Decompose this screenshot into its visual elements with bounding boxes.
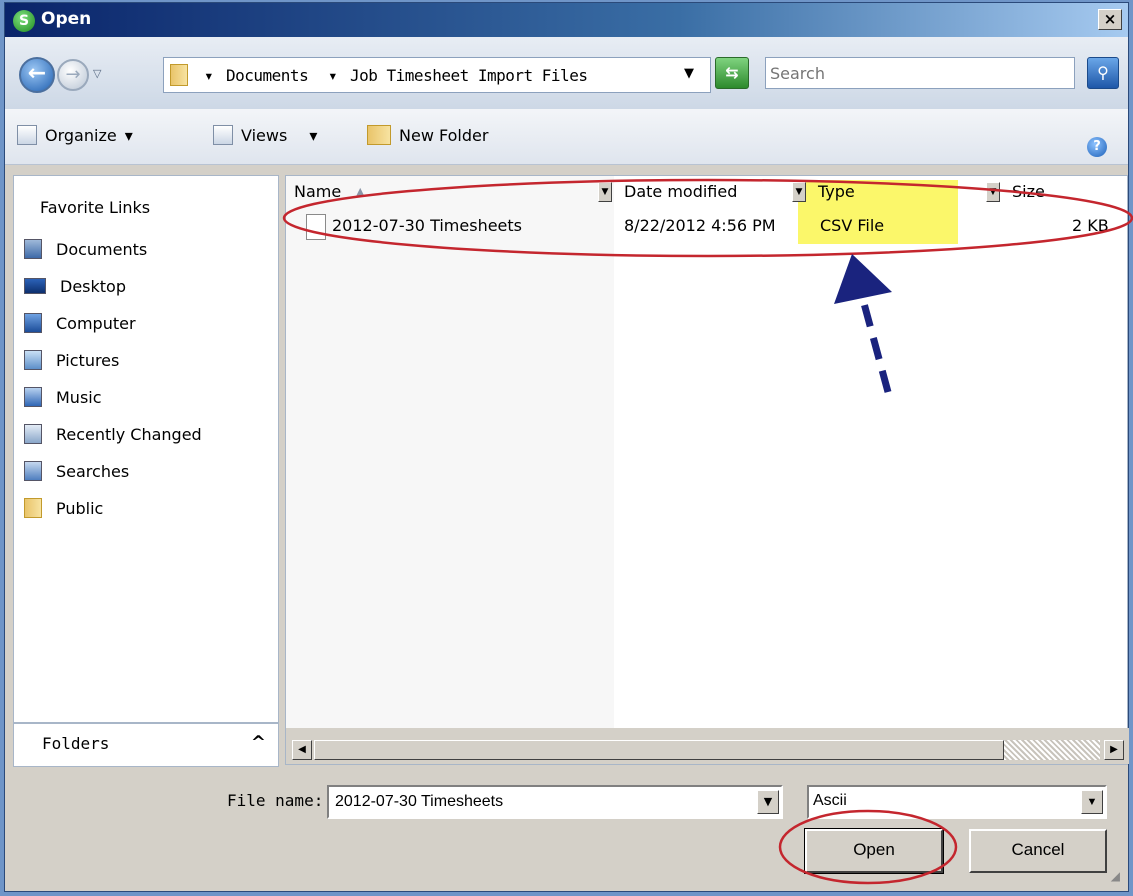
date-modified-cell: 8/22/2012 4:56 PM <box>624 216 776 235</box>
column-header-type[interactable]: Type <box>818 182 855 206</box>
searches-icon <box>24 461 42 481</box>
sidebar-item-music[interactable]: Music <box>24 382 102 412</box>
sidebar-item-recently-changed[interactable]: Recently Changed <box>24 419 202 449</box>
scroll-right-icon[interactable]: ▶ <box>1104 740 1124 760</box>
views-label: Views <box>241 125 288 145</box>
sidebar-item-label: Documents <box>56 239 148 259</box>
search-icon[interactable]: ⚲ <box>1087 57 1119 89</box>
sidebar-item-label: Pictures <box>56 350 120 370</box>
chevron-down-icon[interactable]: ▼ <box>1081 790 1103 814</box>
sidebar-item-searches[interactable]: Searches <box>24 456 129 486</box>
computer-icon <box>24 313 42 333</box>
search-input[interactable] <box>766 58 1074 88</box>
refresh-button[interactable]: ⇆ <box>715 57 749 89</box>
file-name-input[interactable] <box>329 787 749 817</box>
dialog-body: S Open × ← → ▽ ▾ Documents ▾ Job Timeshe… <box>4 2 1129 892</box>
sidebar-item-label: Music <box>56 387 102 407</box>
file-name-combobox[interactable]: ▼ <box>327 785 783 819</box>
address-row: ← → ▽ ▾ Documents ▾ Job Timesheet Import… <box>5 37 1128 109</box>
sidebar-item-computer[interactable]: Computer <box>24 308 136 338</box>
sorted-column-shading <box>286 176 614 728</box>
sort-ascending-icon: ▲ <box>356 185 365 198</box>
column-filter-dropdown-icon[interactable]: ▼ <box>598 182 612 202</box>
sidebar-item-public[interactable]: Public <box>24 493 103 523</box>
new-folder-icon <box>367 125 391 145</box>
breadcrumb-documents[interactable]: Documents <box>226 66 309 85</box>
scrollbar-track[interactable] <box>1004 740 1100 760</box>
favorite-links-pane: Favorite Links Documents Desktop Compute… <box>13 175 279 723</box>
views-icon <box>213 125 233 145</box>
back-button[interactable]: ← <box>19 57 55 93</box>
recently-changed-icon <box>24 424 42 444</box>
sidebar-item-documents[interactable]: Documents <box>24 234 147 264</box>
views-dropdown-icon[interactable]: ▾ <box>309 126 317 145</box>
resize-grip-icon[interactable]: ◢ <box>1111 869 1120 883</box>
close-button[interactable]: × <box>1098 9 1122 30</box>
file-name-cell[interactable]: 2012-07-30 Timesheets <box>332 216 522 240</box>
column-filter-dropdown-icon[interactable]: ▼ <box>792 182 806 202</box>
cancel-button[interactable]: Cancel <box>969 829 1107 873</box>
folders-label: Folders <box>42 734 110 753</box>
sidebar-item-label: Searches <box>56 461 130 481</box>
music-icon <box>24 387 42 407</box>
sidebar-item-label: Recently Changed <box>56 424 202 444</box>
scroll-left-icon[interactable]: ◀ <box>292 740 312 760</box>
column-header-name[interactable]: Name <box>294 182 341 206</box>
desktop-icon <box>24 278 46 294</box>
column-filter-dropdown-icon[interactable]: ▼ <box>986 182 1000 202</box>
organize-button[interactable]: Organize ▾ <box>17 125 133 145</box>
file-type-select[interactable]: Ascii ▼ <box>807 785 1107 819</box>
sidebar-item-label: Public <box>56 498 104 518</box>
folders-toggle[interactable]: Folders ^ <box>13 723 279 767</box>
views-button[interactable]: Views ▾ <box>213 125 317 145</box>
new-folder-label: New Folder <box>399 125 489 145</box>
column-header-size[interactable]: Size <box>1012 182 1045 206</box>
chevron-up-icon[interactable]: ^ <box>251 732 266 753</box>
search-box[interactable] <box>765 57 1075 89</box>
organize-icon <box>17 125 37 145</box>
dialog-window: S Open × ← → ▽ ▾ Documents ▾ Job Timeshe… <box>0 0 1133 896</box>
file-name-label: File name: <box>227 791 324 810</box>
type-cell: CSV File <box>820 216 885 235</box>
forward-button[interactable]: → <box>57 59 89 91</box>
address-bar[interactable]: ▾ Documents ▾ Job Timesheet Import Files… <box>163 57 711 93</box>
file-icon <box>306 214 326 240</box>
sidebar-item-pictures[interactable]: Pictures <box>24 345 119 375</box>
window-title: Open <box>41 9 92 29</box>
column-header-date-modified[interactable]: Date modified <box>624 182 737 206</box>
sidebar-item-desktop[interactable]: Desktop <box>24 271 126 301</box>
breadcrumb-job-timesheet-import-files[interactable]: Job Timesheet Import Files <box>350 66 588 85</box>
horizontal-scrollbar[interactable]: ◀ ▶ <box>286 728 1129 764</box>
breadcrumb-arrow-icon[interactable]: ▾ <box>204 66 214 85</box>
sidebar-item-label: Desktop <box>60 276 126 296</box>
scrollbar-thumb[interactable] <box>314 740 1004 760</box>
app-icon: S <box>13 10 35 32</box>
documents-icon <box>24 239 42 259</box>
organize-label: Organize <box>45 125 117 145</box>
new-folder-button[interactable]: New Folder <box>367 125 488 145</box>
pictures-icon <box>24 350 42 370</box>
folder-icon <box>170 64 188 86</box>
open-button[interactable]: Open <box>804 828 944 874</box>
public-folder-icon <box>24 498 42 518</box>
file-type-value: Ascii <box>813 792 847 809</box>
organize-dropdown-icon: ▾ <box>124 125 133 145</box>
chevron-down-icon[interactable]: ▼ <box>757 790 779 814</box>
title-bar[interactable]: S Open × <box>5 3 1128 37</box>
favorite-links-heading: Favorite Links <box>40 198 151 217</box>
toolbar: Organize ▾ Views ▾ New Folder <box>5 109 1128 165</box>
file-list: Name ▲ ▼ Date modified ▼ Type ▼ Size 201… <box>285 175 1129 765</box>
address-dropdown-icon[interactable]: ▼ <box>684 66 694 81</box>
breadcrumb-arrow-icon[interactable]: ▾ <box>328 66 338 85</box>
help-icon[interactable]: ? <box>1087 137 1107 157</box>
sidebar-item-label: Computer <box>56 313 136 333</box>
recent-pages-dropdown-icon[interactable]: ▽ <box>93 67 101 80</box>
size-cell: 2 KB <box>1072 216 1109 235</box>
